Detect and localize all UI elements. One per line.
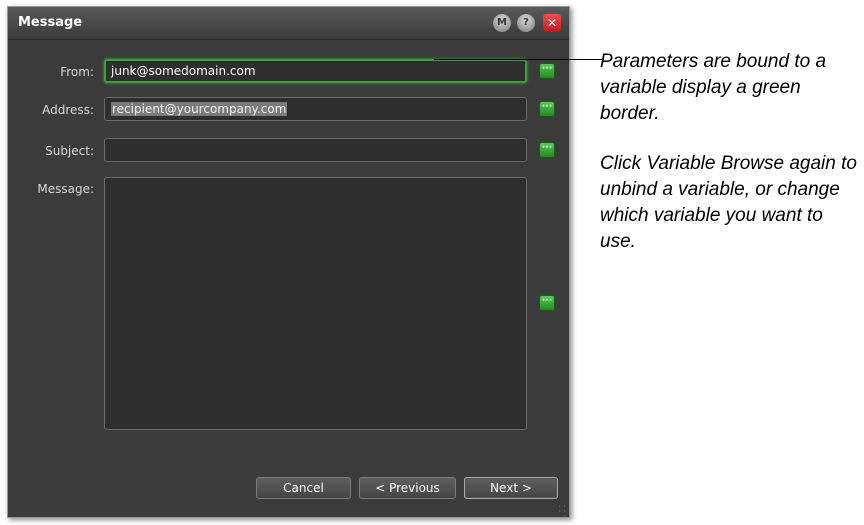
subject-field[interactable]: [104, 138, 527, 162]
help-button[interactable]: ?: [517, 14, 535, 32]
from-variable-browse-button[interactable]: ···: [539, 63, 555, 79]
message-textarea[interactable]: [104, 177, 527, 430]
annotation-note-unbind: Click Variable Browse again to unbind a …: [600, 153, 857, 252]
address-variable-browse-button[interactable]: ···: [539, 101, 555, 117]
dialog-titlebar[interactable]: Message M ? ✕: [8, 7, 569, 40]
cancel-button[interactable]: Cancel: [256, 477, 351, 499]
address-value: recipient@yourcompany.com: [111, 102, 288, 116]
dialog-title: Message: [18, 15, 83, 30]
from-value: junk@somedomain.com: [111, 64, 256, 78]
from-field[interactable]: junk@somedomain.com: [104, 59, 527, 83]
from-label: From:: [60, 65, 94, 79]
message-variable-browse-button[interactable]: ···: [539, 295, 555, 311]
address-field[interactable]: recipient@yourcompany.com: [104, 97, 527, 121]
address-label: Address:: [42, 103, 94, 117]
resize-grip-icon[interactable]: · · · · ·: [556, 503, 566, 521]
previous-button[interactable]: < Previous: [359, 477, 456, 499]
message-label: Message:: [37, 182, 94, 196]
subject-variable-browse-button[interactable]: ···: [539, 142, 555, 158]
annotation-note-bound: Parameters are bound to a variable displ…: [600, 51, 827, 124]
macro-button[interactable]: M: [493, 14, 511, 32]
message-dialog: Message M ? ✕ From: junk@somedomain.com …: [7, 6, 570, 521]
close-button[interactable]: ✕: [543, 14, 561, 32]
next-button[interactable]: Next >: [464, 477, 558, 499]
subject-label: Subject:: [45, 144, 94, 158]
callout-line: [434, 59, 604, 60]
